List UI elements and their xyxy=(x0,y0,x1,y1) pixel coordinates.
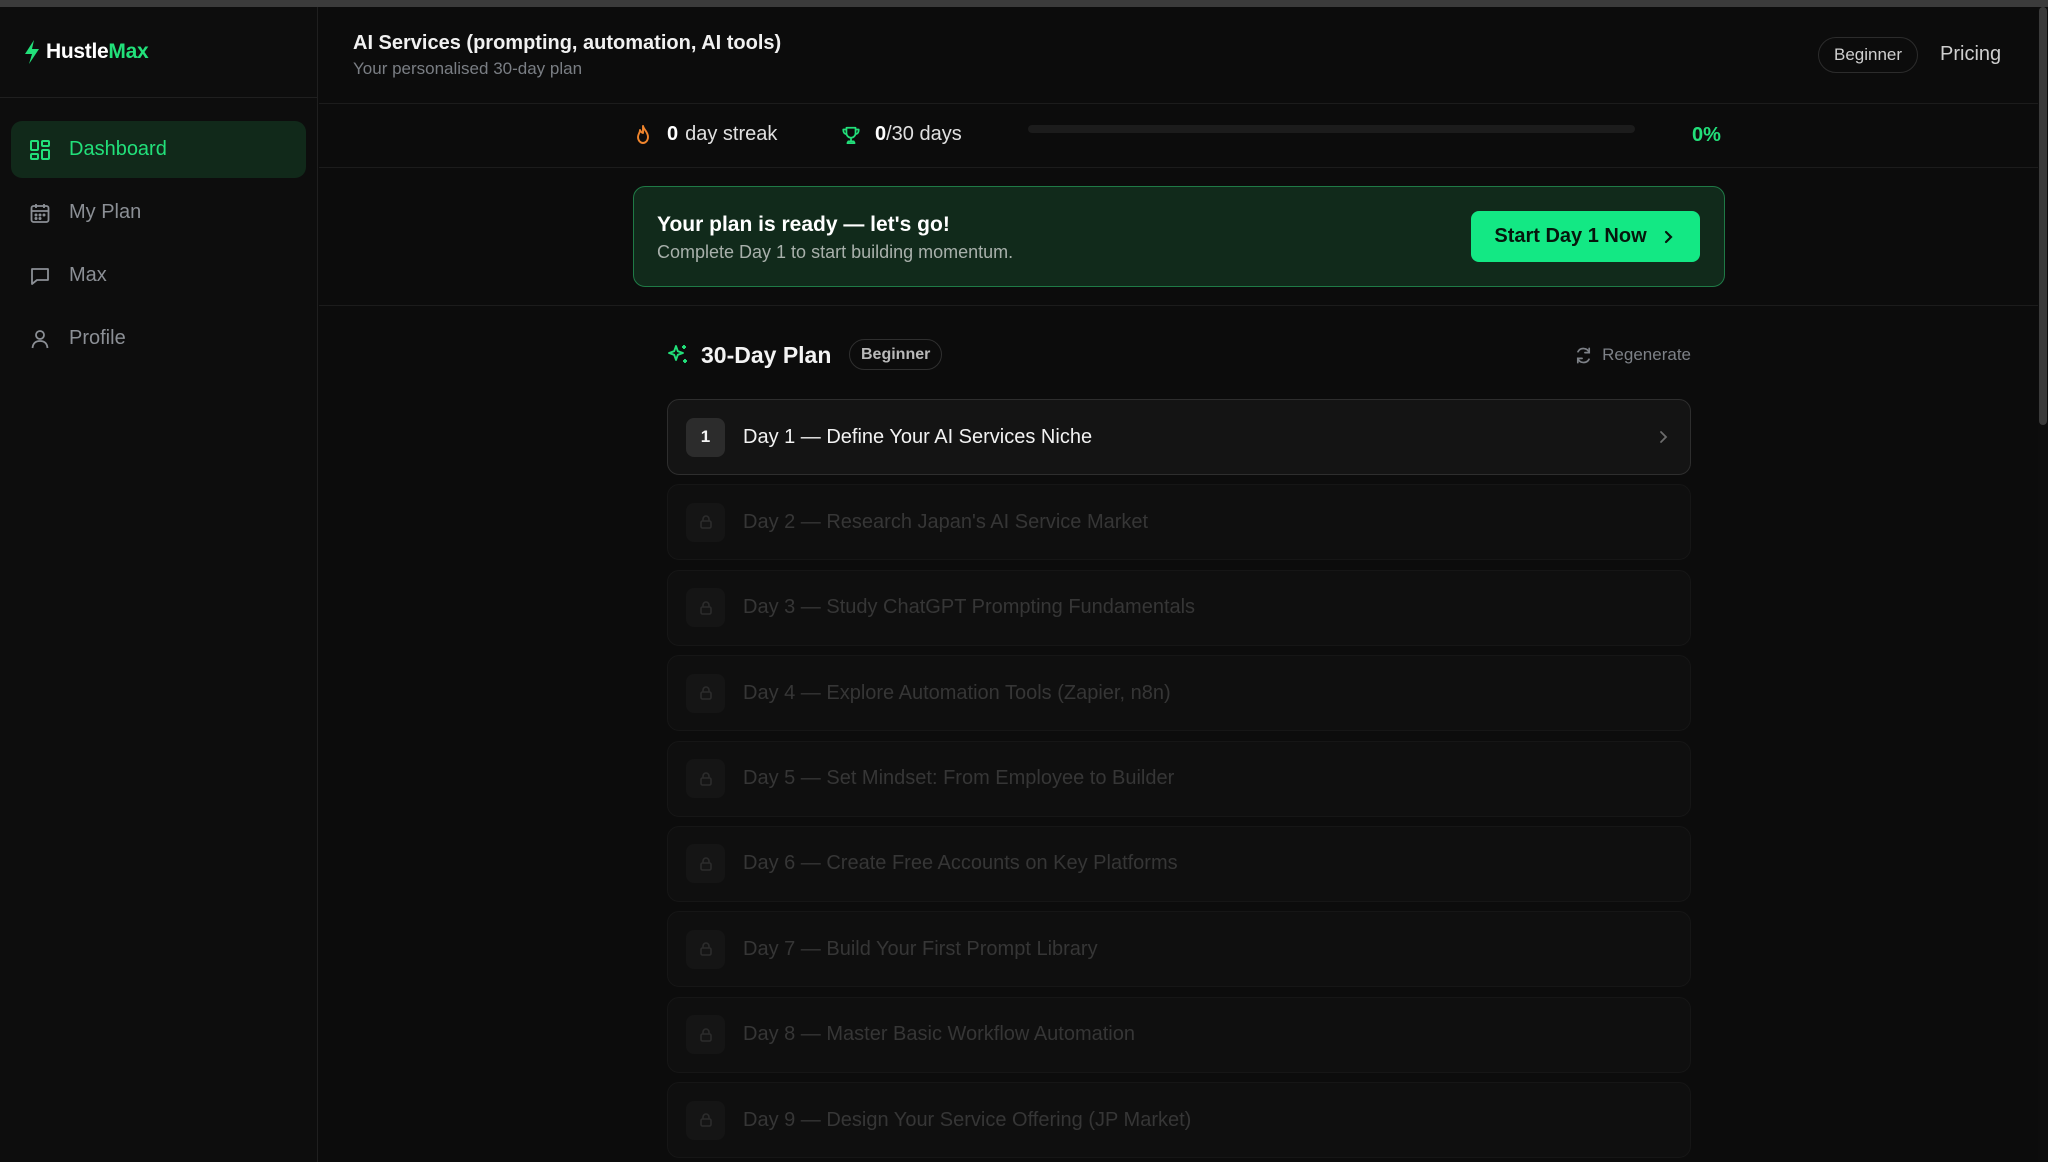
chevron-right-icon xyxy=(1660,431,1668,443)
main-content: AI Services (prompting, automation, AI t… xyxy=(319,7,2038,1162)
streak-value: 0 xyxy=(667,123,679,145)
plan-title: 30-Day Plan xyxy=(701,342,832,368)
trophy-icon xyxy=(842,126,860,144)
streak-label: day streak xyxy=(685,123,778,145)
sparkle-icon xyxy=(668,345,687,363)
day-row[interactable]: 1 Day 1 — Define Your AI Services Niche xyxy=(667,399,1691,475)
day-label: Day 3 — Study ChatGPT Prompting Fundamen… xyxy=(743,596,1196,619)
lock-icon xyxy=(686,1100,725,1140)
day-row: Day 5 — Set Mindset: From Employee to Bu… xyxy=(667,740,1691,817)
lock-icon xyxy=(686,929,725,969)
day-row: Day 6 — Create Free Accounts on Key Plat… xyxy=(667,825,1691,902)
refresh-icon xyxy=(1577,347,1591,363)
lock-icon xyxy=(686,844,725,884)
day-label: Day 5 — Set Mindset: From Employee to Bu… xyxy=(743,767,1175,790)
chat-icon xyxy=(29,265,51,287)
banner-section: Your plan is ready — let's go! Complete … xyxy=(319,168,2038,306)
lock-icon xyxy=(686,1015,725,1055)
logo-text: HustleMax xyxy=(46,40,149,63)
page-header: AI Services (prompting, automation, AI t… xyxy=(319,7,2038,104)
regenerate-button[interactable]: Regenerate xyxy=(1574,345,1691,365)
progress-percent: 0% xyxy=(1692,124,1721,146)
start-day-button[interactable]: Start Day 1 Now xyxy=(1471,211,1700,262)
stats-bar: 0 day streak 0 /30 days xyxy=(319,104,2038,168)
sidebar-nav: Dashboard My Plan Max Profile xyxy=(0,98,317,367)
day-label: Day 7 — Build Your First Prompt Library xyxy=(743,937,1098,960)
day-row: Day 2 — Research Japan's AI Service Mark… xyxy=(667,484,1691,561)
day-number: 1 xyxy=(686,417,725,457)
day-label: Day 8 — Master Basic Workflow Automation xyxy=(743,1023,1135,1046)
plan-ready-banner: Your plan is ready — let's go! Complete … xyxy=(633,186,1725,287)
scrollbar-thumb[interactable] xyxy=(2039,7,2047,425)
flame-icon xyxy=(637,124,649,144)
start-day-button-label: Start Day 1 Now xyxy=(1494,225,1647,247)
plan-section: 30-Day Plan Beginner Regenerate 1 Day 1 —… xyxy=(667,308,1691,1159)
user-icon xyxy=(29,328,51,350)
plan-header: 30-Day Plan Beginner Regenerate xyxy=(667,308,1691,370)
lock-icon xyxy=(686,502,725,542)
day-label: Day 2 — Research Japan's AI Service Mark… xyxy=(743,510,1149,533)
sidebar-item-label: Dashboard xyxy=(69,138,167,160)
lock-icon xyxy=(686,673,725,713)
bolt-icon xyxy=(25,40,39,64)
window-top-strip xyxy=(0,0,2048,7)
sidebar-item-dashboard[interactable]: Dashboard xyxy=(11,121,306,178)
banner-title: Your plan is ready — let's go! xyxy=(657,213,950,236)
day-label: Day 6 — Create Free Accounts on Key Plat… xyxy=(743,852,1178,875)
streak-stat: 0 day streak xyxy=(633,123,777,146)
sidebar-item-my-plan[interactable]: My Plan xyxy=(11,184,306,241)
sidebar: HustleMax Dashboard My Plan Max Profile xyxy=(0,7,318,1162)
day-row: Day 9 — Design Your Service Offering (JP… xyxy=(667,1082,1691,1159)
sidebar-item-max[interactable]: Max xyxy=(11,247,306,304)
calendar-icon xyxy=(29,202,51,224)
days-value: 0 xyxy=(875,123,887,145)
progress-bar xyxy=(1028,125,1635,133)
day-label: Day 1 — Define Your AI Services Niche xyxy=(743,425,1093,448)
page-title: AI Services (prompting, automation, AI t… xyxy=(353,32,782,54)
pricing-link[interactable]: Pricing xyxy=(1940,43,2001,66)
day-label: Day 9 — Design Your Service Offering (JP… xyxy=(743,1108,1192,1131)
sidebar-item-label: Profile xyxy=(69,327,126,349)
level-badge: Beginner xyxy=(1818,37,1919,73)
day-row: Day 3 — Study ChatGPT Prompting Fundamen… xyxy=(667,569,1691,646)
regenerate-label: Regenerate xyxy=(1602,345,1691,364)
days-stat: 0 /30 days xyxy=(841,123,962,146)
sidebar-item-label: Max xyxy=(69,264,107,286)
page-subtitle: Your personalised 30-day plan xyxy=(353,59,583,78)
day-label: Day 4 — Explore Automation Tools (Zapier… xyxy=(743,681,1171,704)
days-label: /30 days xyxy=(886,123,962,145)
dashboard-icon xyxy=(29,139,51,161)
chevron-right-icon xyxy=(1664,230,1673,243)
day-row: Day 7 — Build Your First Prompt Library xyxy=(667,911,1691,988)
plan-level-badge: Beginner xyxy=(849,339,943,370)
day-row: Day 8 — Master Basic Workflow Automation xyxy=(667,996,1691,1073)
logo[interactable]: HustleMax xyxy=(0,7,317,98)
lock-icon xyxy=(686,588,725,628)
day-row: Day 4 — Explore Automation Tools (Zapier… xyxy=(667,655,1691,732)
banner-subtitle: Complete Day 1 to start building momentu… xyxy=(657,242,1014,262)
sidebar-item-profile[interactable]: Profile xyxy=(11,310,306,367)
sidebar-item-label: My Plan xyxy=(69,201,142,223)
lock-icon xyxy=(686,759,725,799)
day-list: 1 Day 1 — Define Your AI Services Niche Da… xyxy=(667,399,1691,1162)
